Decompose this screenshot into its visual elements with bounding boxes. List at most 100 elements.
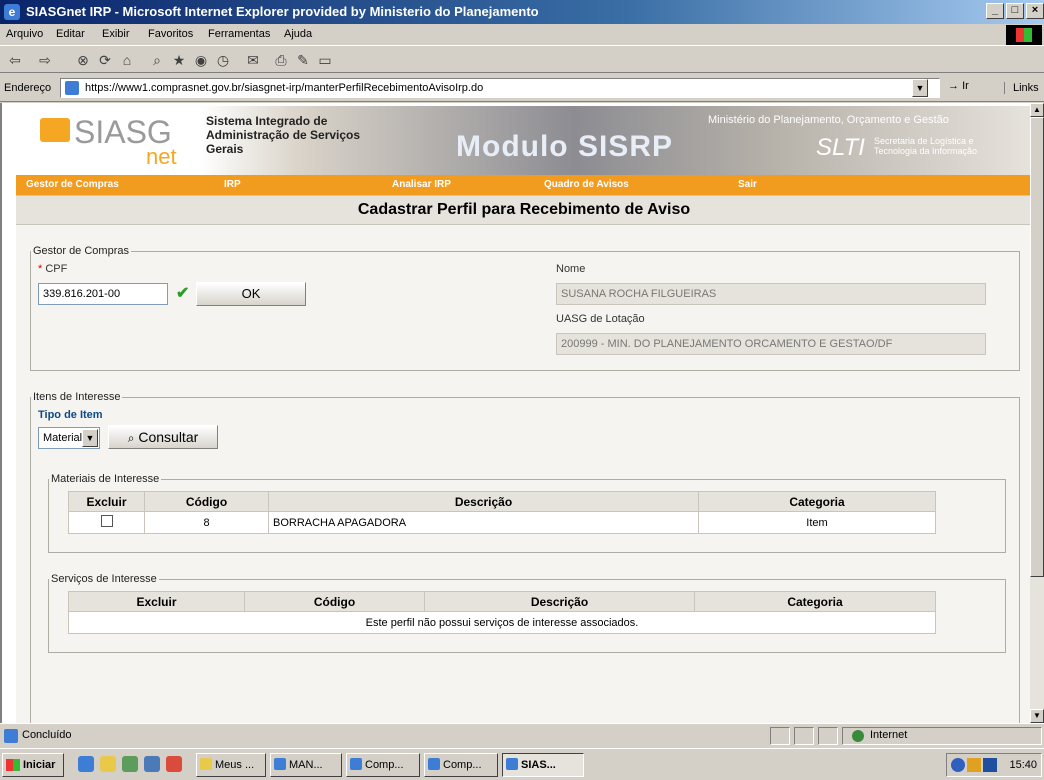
home-icon[interactable]: ⌂ <box>118 51 136 69</box>
page-viewport: SIASG net Sistema Integrado de Administr… <box>0 103 1030 723</box>
servicos-legend: Serviços de Interesse <box>51 573 157 585</box>
address-label: Endereço <box>4 82 52 94</box>
zone-text: Internet <box>870 729 908 741</box>
nav-irp[interactable]: IRP <box>224 179 241 190</box>
network-icon[interactable] <box>951 758 965 772</box>
address-dropdown-icon[interactable]: ▼ <box>912 79 928 97</box>
system-name: Sistema Integrado de Administração de Se… <box>206 114 361 156</box>
scroll-down-icon[interactable]: ▼ <box>1030 709 1044 723</box>
uasg-field: 200999 - MIN. DO PLANEJAMENTO ORCAMENTO … <box>556 333 986 355</box>
edit-icon[interactable]: ✎ <box>294 51 312 69</box>
ok-button[interactable]: OK <box>196 282 306 306</box>
main-nav: Gestor de Compras IRP Analisar IRP Quadr… <box>16 175 1030 195</box>
excluir-cell <box>68 511 145 534</box>
back-icon[interactable]: ⇦ <box>6 51 24 69</box>
menu-exibir[interactable]: Exibir <box>102 28 130 40</box>
start-button[interactable]: Iniciar <box>2 753 64 777</box>
nav-gestor-compras[interactable]: Gestor de Compras <box>26 179 119 190</box>
col-descricao: Descrição <box>424 591 695 612</box>
materiais-table: Excluir Código Descrição Categoria 8 BOR… <box>68 491 936 534</box>
scroll-up-icon[interactable]: ▲ <box>1030 103 1044 117</box>
window-title: SIASGnet IRP - Microsoft Internet Explor… <box>26 4 539 19</box>
task-label: Meus ... <box>215 759 255 771</box>
menu-arquivo[interactable]: Arquivo <box>6 28 43 40</box>
materiais-legend: Materiais de Interesse <box>51 473 160 485</box>
col-excluir: Excluir <box>68 491 145 512</box>
links-button[interactable]: Links <box>1004 82 1039 94</box>
discuss-icon[interactable]: ▭ <box>316 51 334 69</box>
consultar-button[interactable]: ⌕ Consultar <box>108 425 218 449</box>
address-input[interactable]: https://www1.comprasnet.gov.br/siasgnet-… <box>60 78 940 98</box>
vertical-scrollbar[interactable]: ▲ ▼ <box>1030 103 1044 723</box>
search-icon[interactable]: ⌕ <box>148 51 166 69</box>
desktop-quicklaunch-icon[interactable] <box>122 756 138 772</box>
maximize-button[interactable]: □ <box>1006 3 1024 19</box>
slti-logo: SLTI <box>816 134 865 161</box>
taskbar: Iniciar Meus ... MAN... Comp... Comp... … <box>0 748 1044 780</box>
col-codigo: Código <box>244 591 425 612</box>
excluir-checkbox[interactable] <box>100 515 113 527</box>
ie-quicklaunch-icon[interactable] <box>78 756 94 772</box>
task-meus[interactable]: Meus ... <box>196 753 266 777</box>
task-comp-2[interactable]: Comp... <box>424 753 498 777</box>
minimize-button[interactable]: _ <box>986 3 1004 19</box>
toolbar: ⇦ ⇨ ⊗ ⟳ ⌂ ⌕ ★ ◉ ◷ ✉ ⎙ ✎ ▭ <box>0 47 1044 73</box>
scroll-thumb[interactable] <box>1030 117 1044 577</box>
servicos-table: Excluir Código Descrição Categoria Este … <box>68 591 936 634</box>
globe-icon <box>852 730 864 742</box>
col-categoria: Categoria <box>698 491 936 512</box>
nav-quadro-avisos[interactable]: Quadro de Avisos <box>544 179 629 190</box>
menu-editar[interactable]: Editar <box>56 28 85 40</box>
folder-quicklaunch-icon[interactable] <box>100 756 116 772</box>
print-icon[interactable]: ⎙ <box>272 51 290 69</box>
title-bar: e SIASGnet IRP - Microsoft Internet Expl… <box>0 0 1044 24</box>
status-segment <box>794 727 814 745</box>
folder-icon <box>200 758 212 770</box>
refresh-icon[interactable]: ⟳ <box>96 51 114 69</box>
cpf-label: * CPF <box>38 263 67 275</box>
status-text: Concluído <box>22 729 72 741</box>
tipo-item-select[interactable]: Material ▼ <box>38 427 100 449</box>
page-icon <box>65 81 79 95</box>
go-button[interactable]: → Ir <box>948 80 969 92</box>
cpf-input[interactable]: 339.816.201-00 <box>38 283 168 305</box>
nav-sair[interactable]: Sair <box>738 179 757 190</box>
media-quicklaunch-icon[interactable] <box>166 756 182 772</box>
module-title: Modulo SISRP <box>456 130 673 163</box>
empty-message: Este perfil não possui serviços de inter… <box>68 611 936 634</box>
forward-icon[interactable]: ⇨ <box>36 51 54 69</box>
nome-label: Nome <box>556 263 586 275</box>
address-url: https://www1.comprasnet.gov.br/siasgnet-… <box>85 82 484 94</box>
nome-field: SUSANA ROCHA FILGUEIRAS <box>556 283 986 305</box>
favorites-icon[interactable]: ★ <box>170 51 188 69</box>
history-icon[interactable]: ◷ <box>214 51 232 69</box>
nav-analisar-irp[interactable]: Analisar IRP <box>392 179 451 190</box>
categoria-cell: Item <box>698 511 936 534</box>
windows-logo-icon <box>1006 25 1042 45</box>
table-row: Este perfil não possui serviços de inter… <box>68 611 936 634</box>
task-comp-1[interactable]: Comp... <box>346 753 420 777</box>
tipo-item-value: Material <box>43 432 83 444</box>
close-button[interactable]: × <box>1026 3 1044 19</box>
menu-ferramentas[interactable]: Ferramentas <box>208 28 270 40</box>
status-segment <box>770 727 790 745</box>
task-label: Comp... <box>443 759 482 771</box>
menu-bar: Arquivo Editar Exibir Favoritos Ferramen… <box>0 24 1044 46</box>
required-mark: * <box>38 263 43 275</box>
system-tray: 15:40 <box>946 753 1042 777</box>
menu-ajuda[interactable]: Ajuda <box>284 28 312 40</box>
task-man[interactable]: MAN... <box>270 753 342 777</box>
mail-icon[interactable]: ✉ <box>244 51 262 69</box>
language-icon[interactable] <box>983 758 997 772</box>
menu-favoritos[interactable]: Favoritos <box>148 28 193 40</box>
status-bar: Concluído Internet <box>0 723 1044 747</box>
outlook-quicklaunch-icon[interactable] <box>144 756 160 772</box>
task-label: Comp... <box>365 759 404 771</box>
tray-app-icon[interactable] <box>967 758 981 772</box>
stop-icon[interactable]: ⊗ <box>74 51 92 69</box>
materiais-header-row: Excluir Código Descrição Categoria <box>68 491 936 512</box>
task-label: MAN... <box>289 759 323 771</box>
media-icon[interactable]: ◉ <box>192 51 210 69</box>
task-sias[interactable]: SIAS... <box>502 753 584 777</box>
col-codigo: Código <box>144 491 269 512</box>
